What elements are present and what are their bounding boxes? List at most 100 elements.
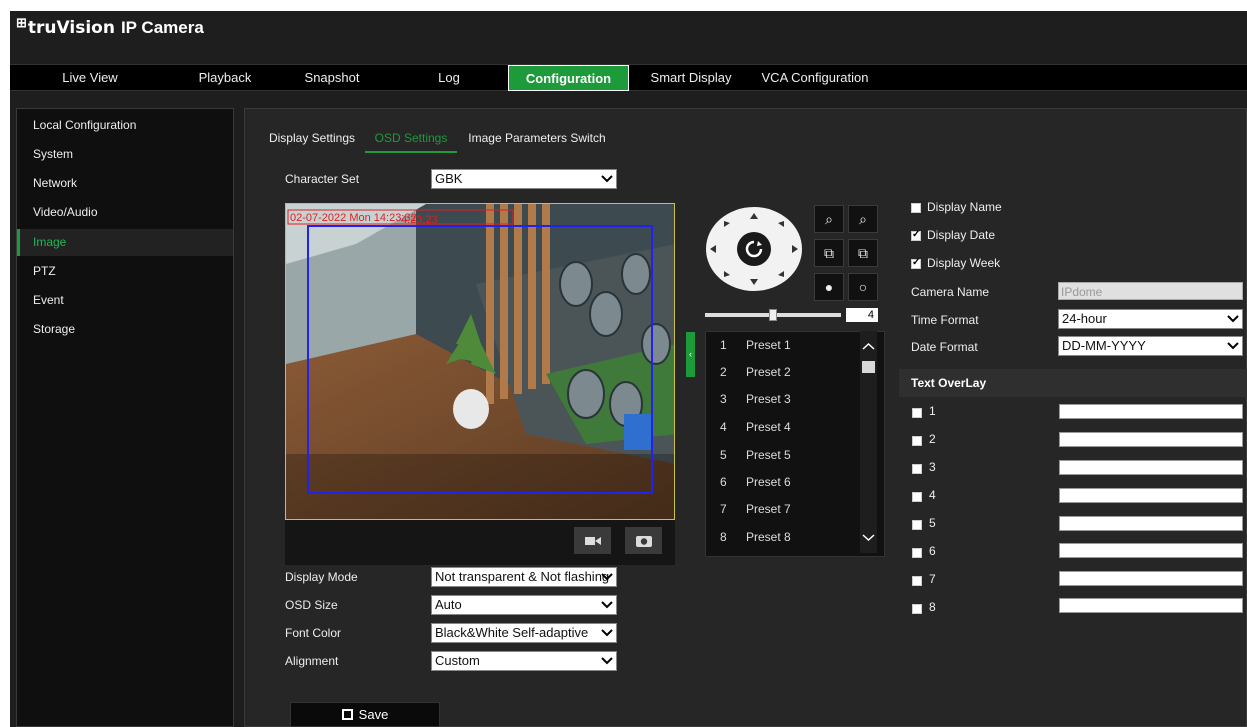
save-button[interactable]: Save [290, 702, 440, 727]
preset-list: 1 Preset 1 2 Preset 2 3 Preset 3 4 Preset 4 … [705, 331, 885, 557]
preset-number: 2 [720, 365, 727, 379]
iris-close-icon: ● [824, 279, 834, 295]
chevron-down-icon [601, 573, 613, 581]
sidebar-item-system[interactable]: System [17, 141, 233, 168]
list-item[interactable]: 1 Preset 1 [706, 332, 861, 359]
overlay-5-label: 5 [929, 516, 936, 530]
alignment-value: Custom [435, 653, 480, 668]
overlay-5-text-field[interactable] [1059, 516, 1243, 531]
preset-name: Preset 4 [746, 420, 791, 434]
display-mode-label: Display Mode [285, 570, 358, 584]
snapshot-button[interactable] [625, 527, 662, 554]
camera-scene: 02-07-2022 Mon 14:23:32 4:23:23 [286, 204, 674, 519]
overlay-2-text-field[interactable] [1059, 432, 1243, 447]
overlay-3-text-field[interactable] [1059, 460, 1243, 475]
sidebar-item-network[interactable]: Network [17, 170, 233, 197]
overlay-5-checkbox[interactable] [912, 520, 922, 530]
sidebar-item-video-audio[interactable]: Video/Audio [17, 199, 233, 226]
iris-close-button[interactable]: ● [814, 273, 844, 301]
display-name-checkbox[interactable] [911, 203, 921, 213]
chevron-up-icon [862, 342, 875, 350]
preset-name: Preset 6 [746, 475, 791, 489]
tab-display-settings[interactable]: Display Settings [264, 123, 360, 153]
alignment-select[interactable]: Custom [431, 651, 617, 671]
scrollbar-thumb[interactable] [862, 361, 875, 373]
auto-scan-icon[interactable] [744, 239, 764, 259]
sidebar-item-ptz[interactable]: PTZ [17, 258, 233, 285]
osd-date-overlay: 02-07-2022 Mon 14:23:32 [290, 212, 417, 224]
preset-name: Preset 2 [746, 365, 791, 379]
nav-log[interactable]: Log [394, 65, 504, 91]
overlay-2-checkbox[interactable] [912, 436, 922, 446]
sidebar-item-event[interactable]: Event [17, 287, 233, 314]
overlay-8-text-field[interactable] [1059, 598, 1243, 613]
overlay-4-label: 4 [929, 488, 936, 502]
time-format-select[interactable]: 24-hour [1058, 309, 1243, 329]
tab-osd-settings[interactable]: OSD Settings [365, 123, 457, 153]
nav-playback[interactable]: Playback [170, 65, 280, 91]
camera-name-field[interactable]: IPdome [1058, 282, 1243, 300]
preset-number: 1 [720, 338, 727, 352]
display-week-checkbox[interactable] [911, 257, 921, 269]
overlay-6-checkbox[interactable] [912, 548, 922, 558]
overlay-4-text-field[interactable] [1059, 488, 1243, 503]
character-set-select[interactable]: GBK [431, 169, 617, 189]
osd-size-select[interactable]: Auto [431, 595, 617, 615]
video-preview[interactable]: 02-07-2022 Mon 14:23:32 4:23:23 [285, 203, 675, 520]
chevron-down-icon [601, 601, 613, 609]
nav-vca-configuration[interactable]: VCA Configuration [750, 65, 880, 91]
date-format-select[interactable]: DD-MM-YYYY [1058, 336, 1243, 356]
list-item[interactable]: 4 Preset 4 [706, 414, 861, 441]
list-item[interactable]: 8 Preset 8 [706, 524, 861, 551]
overlay-1-text-field[interactable] [1059, 404, 1243, 419]
display-mode-select[interactable]: Not transparent & Not flashing [431, 567, 617, 587]
save-label: Save [358, 707, 389, 722]
panel-collapse-button[interactable]: ‹ [686, 332, 695, 377]
ptz-speed-slider[interactable] [705, 309, 841, 321]
record-button[interactable] [574, 527, 611, 554]
overlay-1-checkbox[interactable] [912, 408, 922, 418]
display-date-checkbox[interactable] [911, 229, 921, 241]
chevron-left-icon: ‹ [689, 349, 692, 359]
font-color-select[interactable]: Black&White Self-adaptive [431, 623, 617, 643]
preset-number: 7 [720, 502, 727, 516]
focus-near-button[interactable]: ⧉ [814, 239, 844, 267]
overlay-7-text-field[interactable] [1059, 571, 1243, 586]
list-item[interactable]: 2 Preset 2 [706, 359, 861, 386]
ptz-speed-thumb[interactable] [769, 309, 777, 321]
nav-live-view[interactable]: Live View [10, 65, 170, 91]
brand-mark-icon: ⊞ [16, 15, 27, 30]
overlay-4-checkbox[interactable] [912, 492, 922, 502]
list-item[interactable]: 7 Preset 7 [706, 496, 861, 523]
ptz-speed-value[interactable]: 4 [846, 308, 878, 322]
sidebar-item-storage[interactable]: Storage [17, 316, 233, 343]
overlay-7-checkbox[interactable] [912, 576, 922, 586]
nav-configuration[interactable]: Configuration [508, 65, 629, 91]
font-color-value: Black&White Self-adaptive [435, 625, 589, 640]
focus-far-button[interactable]: ⧉ [848, 239, 878, 267]
nav-smart-display[interactable]: Smart Display [636, 65, 746, 91]
zoom-out-button[interactable]: ⌕ [814, 205, 844, 233]
osd-overlap-overlay: 4:23:23 [401, 214, 438, 226]
tab-image-parameters-switch[interactable]: Image Parameters Switch [462, 123, 612, 153]
list-item[interactable]: 5 Preset 5 [706, 442, 861, 469]
chevron-down-icon [601, 629, 613, 637]
overlay-3-checkbox[interactable] [912, 464, 922, 474]
zoom-in-button[interactable]: ⌕ [848, 205, 878, 233]
nav-snapshot[interactable]: Snapshot [272, 65, 392, 91]
video-toolbar [285, 520, 675, 565]
list-item[interactable]: 6 Preset 6 [706, 469, 861, 496]
character-set-value: GBK [435, 171, 463, 186]
display-mode-value: Not transparent & Not flashing [435, 569, 610, 584]
iris-open-button[interactable]: ○ [848, 273, 878, 301]
preset-scrollbar[interactable] [860, 331, 877, 553]
osd-size-label: OSD Size [285, 598, 338, 612]
overlay-8-checkbox[interactable] [912, 604, 922, 614]
preset-number: 8 [720, 530, 727, 544]
overlay-6-text-field[interactable] [1059, 543, 1243, 558]
overlay-7-label: 7 [929, 572, 936, 586]
list-item[interactable]: 3 Preset 3 [706, 386, 861, 413]
sidebar-item-local-configuration[interactable]: Local Configuration [17, 112, 233, 139]
osd-size-value: Auto [435, 597, 462, 612]
sidebar-item-image[interactable]: Image [17, 229, 233, 256]
